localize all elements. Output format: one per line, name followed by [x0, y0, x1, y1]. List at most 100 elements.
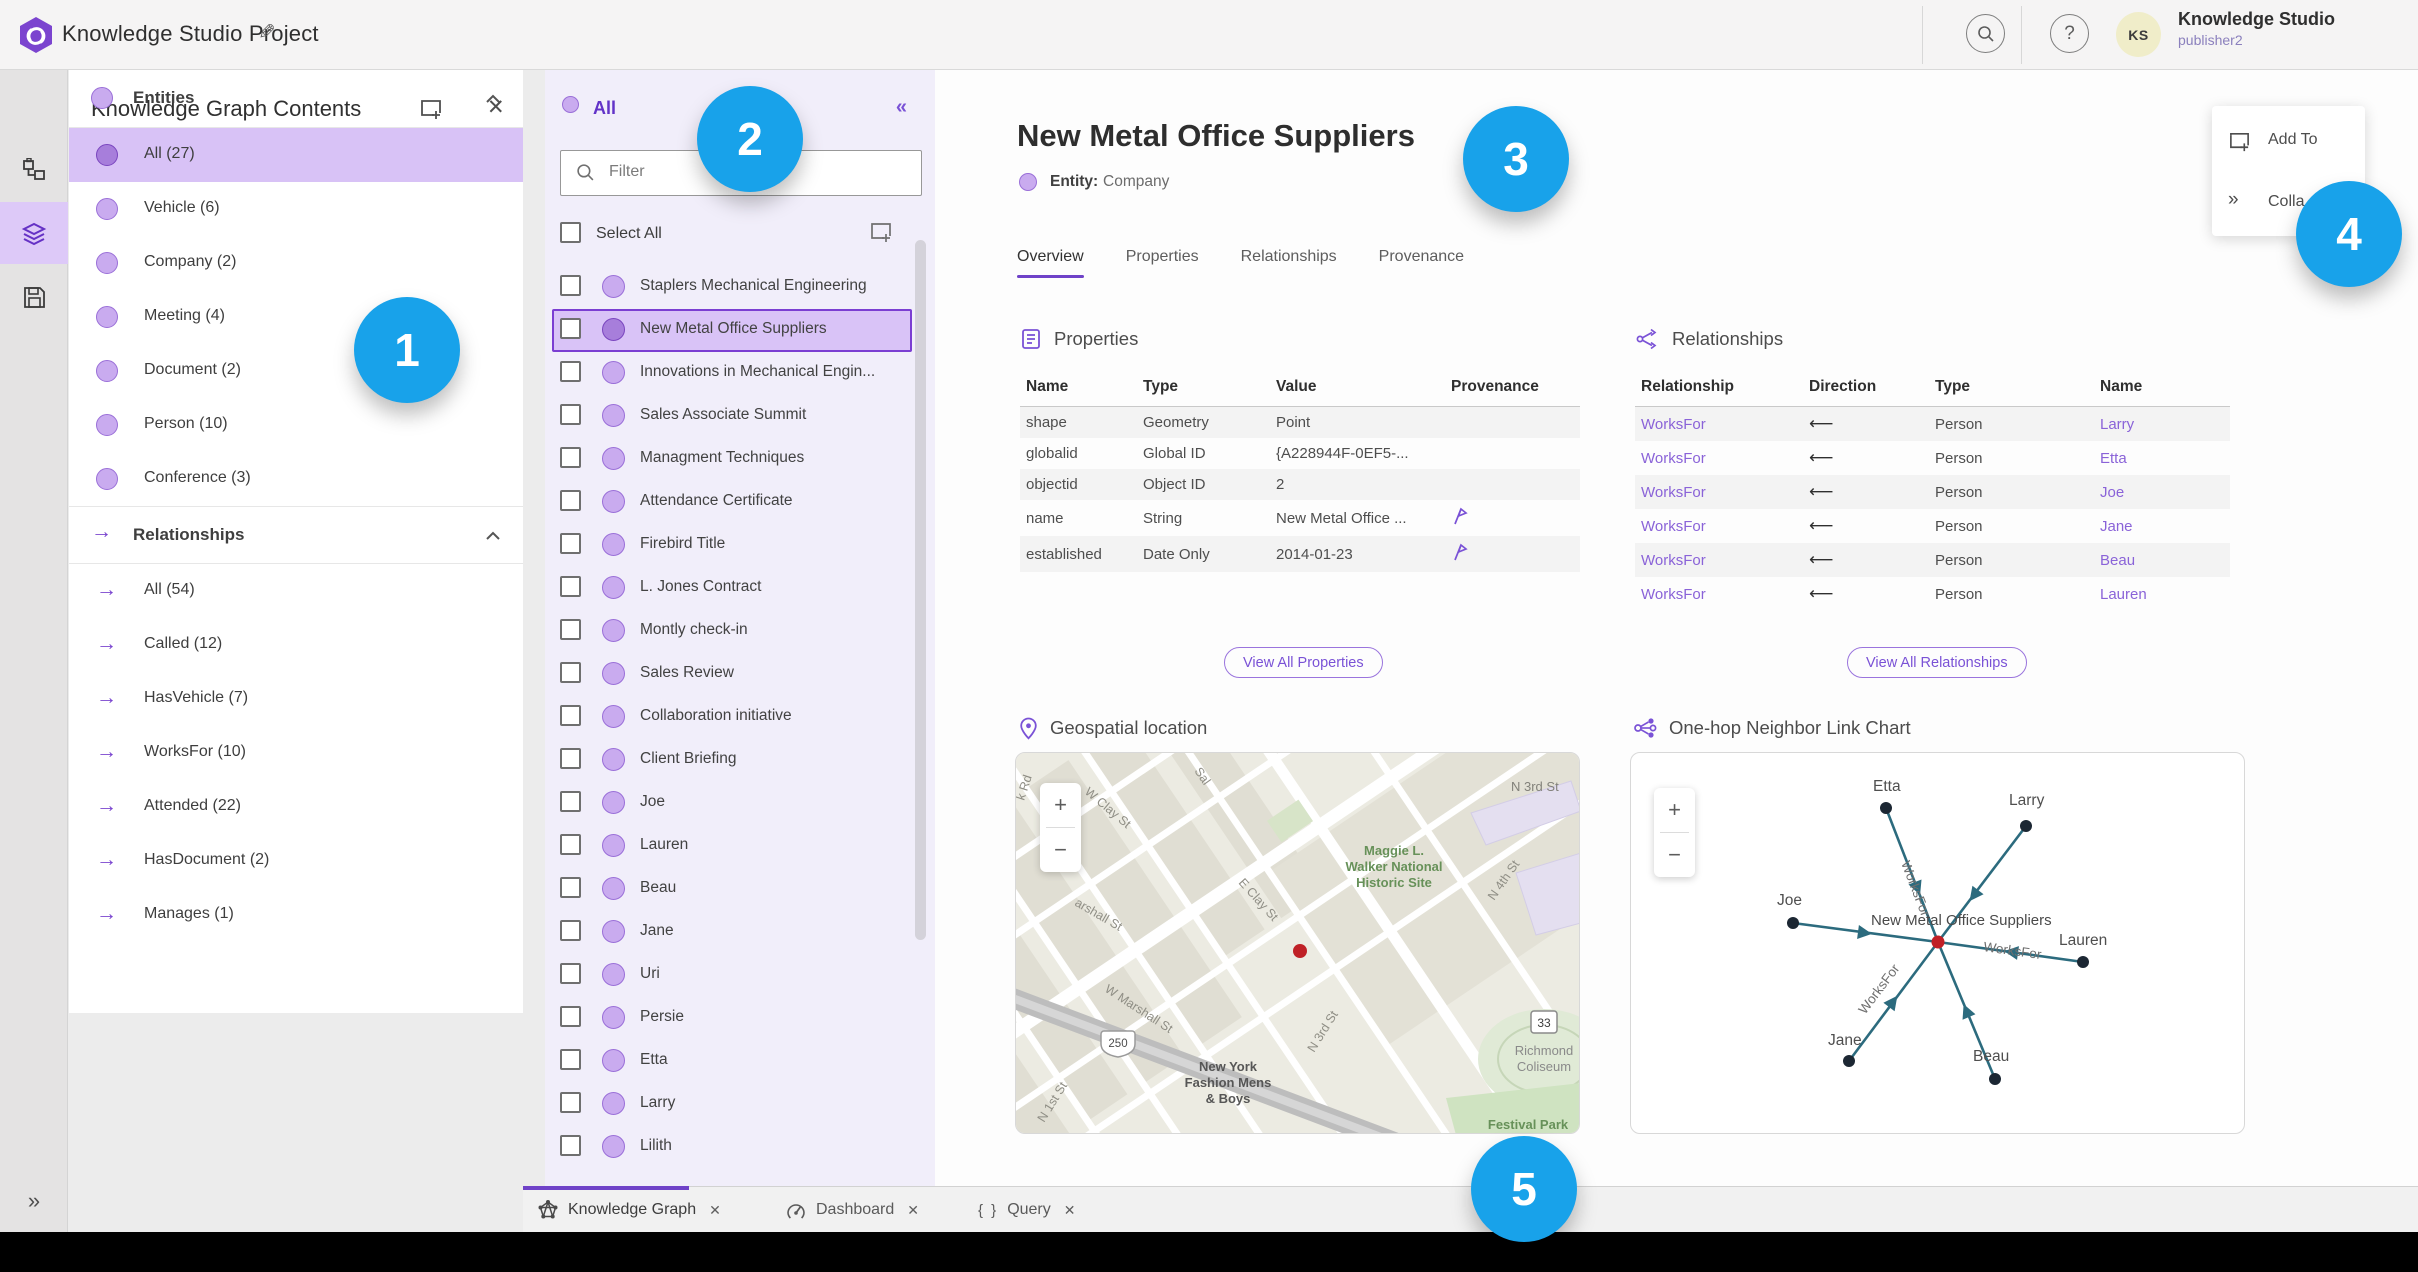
- entity-list-item[interactable]: Attendance Certificate: [545, 481, 935, 524]
- tab-overview[interactable]: Overview: [1017, 248, 1084, 278]
- tab-dashboard[interactable]: Dashboard ✕: [785, 1187, 919, 1233]
- item-checkbox[interactable]: [560, 1006, 581, 1027]
- entity-list-item[interactable]: Beau: [545, 868, 935, 911]
- tab-knowledge-graph[interactable]: Knowledge Graph ✕: [537, 1187, 721, 1233]
- tab-properties[interactable]: Properties: [1126, 248, 1199, 278]
- list-scrollbar[interactable]: [915, 240, 926, 940]
- view-all-relationships-button[interactable]: View All Relationships: [1847, 647, 2027, 678]
- close-tab-icon[interactable]: ✕: [1064, 1202, 1076, 1219]
- relationship-type-item[interactable]: → HasVehicle (7): [69, 672, 523, 726]
- contents-button[interactable]: [0, 202, 68, 264]
- collapse-panel-icon[interactable]: «: [896, 96, 907, 119]
- relationship-link[interactable]: WorksFor: [1641, 416, 1706, 433]
- entity-list-item[interactable]: Staplers Mechanical Engineering: [545, 266, 935, 309]
- chevron-up-icon[interactable]: [485, 91, 501, 109]
- tab-relationships[interactable]: Relationships: [1241, 248, 1337, 278]
- entity-list-item[interactable]: Innovations in Mechanical Engin...: [545, 352, 935, 395]
- entity-type-item[interactable]: Vehicle (6): [69, 182, 523, 236]
- entity-list-item[interactable]: Sales Review: [545, 653, 935, 696]
- zoom-out-button[interactable]: −: [1654, 833, 1695, 877]
- select-all-checkbox[interactable]: [560, 222, 581, 243]
- relationship-link[interactable]: WorksFor: [1641, 450, 1706, 467]
- add-to-new-button[interactable]: [869, 220, 893, 249]
- link-chart-canvas[interactable]: Etta Larry Joe Lauren Jane Beau New Meta…: [1631, 753, 2245, 1134]
- relationship-link[interactable]: WorksFor: [1641, 586, 1706, 603]
- relationship-type-item[interactable]: → Called (12): [69, 618, 523, 672]
- entity-list-item[interactable]: Client Briefing: [545, 739, 935, 782]
- entity-list-item[interactable]: Joe: [545, 782, 935, 825]
- related-name-link[interactable]: Larry: [2100, 416, 2134, 433]
- relationship-type-item[interactable]: → HasDocument (2): [69, 834, 523, 888]
- entity-list-item[interactable]: L. Jones Contract: [545, 567, 935, 610]
- item-checkbox[interactable]: [560, 834, 581, 855]
- relationship-type-item[interactable]: → All (54): [69, 564, 523, 618]
- item-checkbox[interactable]: [560, 877, 581, 898]
- entity-list-item[interactable]: Firebird Title: [545, 524, 935, 567]
- center-node[interactable]: [1931, 935, 1945, 949]
- close-tab-icon[interactable]: ✕: [907, 1202, 919, 1219]
- edit-title-icon[interactable]: ✎: [258, 20, 276, 45]
- entity-list-item[interactable]: Jane: [545, 911, 935, 954]
- entity-list-item[interactable]: Montly check-in: [545, 610, 935, 653]
- entities-group-header[interactable]: Entities: [69, 70, 523, 128]
- item-checkbox[interactable]: [560, 705, 581, 726]
- entity-list-item[interactable]: Managment Techniques: [545, 438, 935, 481]
- relationship-type-item[interactable]: → WorksFor (10): [69, 726, 523, 780]
- item-checkbox[interactable]: [560, 1135, 581, 1156]
- search-button[interactable]: [1966, 14, 2005, 53]
- zoom-out-button[interactable]: −: [1040, 828, 1081, 872]
- link-chart-widget[interactable]: Etta Larry Joe Lauren Jane Beau New Meta…: [1630, 752, 2245, 1134]
- entity-type-item[interactable]: Conference (3): [69, 452, 523, 506]
- item-checkbox[interactable]: [560, 920, 581, 941]
- close-tab-icon[interactable]: ✕: [709, 1202, 721, 1219]
- item-checkbox[interactable]: [560, 318, 581, 339]
- entity-list-item[interactable]: Lauren: [545, 825, 935, 868]
- entity-list-item[interactable]: Lilith: [545, 1126, 935, 1169]
- map-canvas[interactable]: k Rd W Clay St Sal arshall St W Marshall…: [1016, 753, 1580, 1134]
- user-avatar[interactable]: KS: [2116, 12, 2161, 57]
- zoom-in-button[interactable]: +: [1654, 788, 1695, 832]
- map-widget[interactable]: k Rd W Clay St Sal arshall St W Marshall…: [1015, 752, 1580, 1134]
- view-all-properties-button[interactable]: View All Properties: [1224, 647, 1383, 678]
- relationship-link[interactable]: WorksFor: [1641, 484, 1706, 501]
- item-checkbox[interactable]: [560, 576, 581, 597]
- save-button[interactable]: [0, 266, 68, 328]
- tab-provenance[interactable]: Provenance: [1379, 248, 1464, 278]
- item-checkbox[interactable]: [560, 533, 581, 554]
- related-name-link[interactable]: Etta: [2100, 450, 2127, 467]
- item-checkbox[interactable]: [560, 662, 581, 683]
- entity-list-item[interactable]: Collaboration initiative: [545, 696, 935, 739]
- relationship-type-item[interactable]: → Attended (22): [69, 780, 523, 834]
- provenance-flag-icon[interactable]: [1451, 543, 1468, 565]
- data-model-button[interactable]: [0, 140, 68, 202]
- entity-list-item[interactable]: Larry: [545, 1083, 935, 1126]
- item-checkbox[interactable]: [560, 361, 581, 382]
- item-checkbox[interactable]: [560, 748, 581, 769]
- item-checkbox[interactable]: [560, 619, 581, 640]
- item-checkbox[interactable]: [560, 404, 581, 425]
- item-checkbox[interactable]: [560, 490, 581, 511]
- entity-type-item[interactable]: All (27): [69, 128, 523, 182]
- related-name-link[interactable]: Joe: [2100, 484, 2124, 501]
- relationships-group-header[interactable]: → Relationships: [69, 506, 523, 564]
- item-checkbox[interactable]: [560, 1049, 581, 1070]
- item-checkbox[interactable]: [560, 791, 581, 812]
- item-checkbox[interactable]: [560, 1092, 581, 1113]
- entity-list-item[interactable]: Sales Associate Summit: [545, 395, 935, 438]
- entity-list-item[interactable]: Uri: [545, 954, 935, 997]
- related-name-link[interactable]: Beau: [2100, 552, 2135, 569]
- entity-list-item[interactable]: Persie: [545, 997, 935, 1040]
- item-checkbox[interactable]: [560, 963, 581, 984]
- add-to-button[interactable]: Add To: [2212, 124, 2365, 158]
- zoom-in-button[interactable]: +: [1040, 783, 1081, 827]
- related-name-link[interactable]: Jane: [2100, 518, 2133, 535]
- provenance-flag-icon[interactable]: [1451, 507, 1468, 529]
- expand-rail-button[interactable]: »: [0, 1188, 68, 1214]
- help-button[interactable]: ?: [2050, 14, 2089, 53]
- relationship-link[interactable]: WorksFor: [1641, 518, 1706, 535]
- entity-list-item[interactable]: New Metal Office Suppliers: [552, 309, 912, 352]
- relationship-link[interactable]: WorksFor: [1641, 552, 1706, 569]
- chevron-up-icon[interactable]: [485, 528, 501, 546]
- entity-type-item[interactable]: Person (10): [69, 398, 523, 452]
- entity-type-item[interactable]: Company (2): [69, 236, 523, 290]
